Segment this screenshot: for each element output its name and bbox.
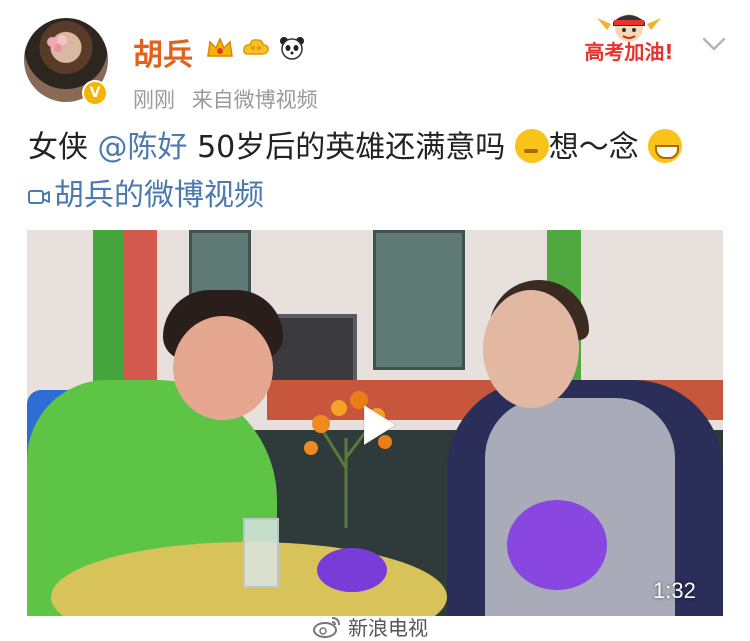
post-text-start: 女侠 bbox=[28, 130, 98, 165]
user-badges bbox=[205, 34, 307, 62]
cloud-icon[interactable] bbox=[241, 34, 271, 62]
scene-yarn bbox=[317, 548, 387, 592]
scene-knitting bbox=[507, 500, 607, 590]
play-button[interactable] bbox=[341, 390, 411, 460]
video-duration: 1:32 bbox=[653, 578, 696, 603]
campaign-badge[interactable]: 高考加油! bbox=[567, 8, 691, 64]
scene-shelf-left bbox=[189, 230, 251, 296]
scene-pillar-red bbox=[123, 230, 157, 400]
video-link[interactable]: 胡兵的微博视频 bbox=[28, 178, 264, 213]
flower-icon bbox=[47, 35, 67, 52]
scene-person-right-head bbox=[483, 290, 579, 408]
post-header: V 胡兵 刚刚 来自微博视频 高考加油! bbox=[0, 0, 750, 120]
thinking-emoji-icon bbox=[514, 129, 549, 163]
grin-emoji-icon bbox=[648, 129, 683, 163]
post-meta: 刚刚 来自微博视频 bbox=[133, 84, 318, 114]
video-link-label: 胡兵的微博视频 bbox=[54, 178, 264, 213]
scene-shelf bbox=[373, 230, 465, 370]
verified-icon: V bbox=[82, 80, 108, 106]
video-camera-icon bbox=[28, 190, 50, 204]
mention-link[interactable]: @陈好 bbox=[98, 130, 188, 165]
crown-icon[interactable] bbox=[205, 34, 235, 62]
post-text-middle: 50岁后的英雄还满意吗 bbox=[187, 130, 515, 165]
post-time: 刚刚 bbox=[133, 88, 175, 112]
watermark-text: 新浪电视 bbox=[348, 616, 428, 640]
watermark: 新浪电视 bbox=[312, 612, 428, 641]
post-text-end: 想～念 bbox=[548, 130, 649, 165]
post-text: 女侠 @陈好 50岁后的英雄还满意吗 想～念 胡兵的微博视频 bbox=[28, 124, 708, 220]
post-source[interactable]: 来自微博视频 bbox=[192, 88, 318, 112]
scene-person-left-head bbox=[173, 316, 273, 420]
author-name[interactable]: 胡兵 bbox=[133, 30, 193, 74]
chevron-down-icon[interactable] bbox=[700, 34, 728, 54]
weibo-logo-icon bbox=[313, 616, 340, 638]
scene-glass bbox=[243, 518, 279, 588]
play-icon bbox=[363, 404, 397, 446]
panda-icon[interactable] bbox=[277, 34, 307, 62]
campaign-text: 高考加油! bbox=[584, 40, 674, 64]
video-player[interactable]: 1:32 bbox=[27, 230, 723, 616]
